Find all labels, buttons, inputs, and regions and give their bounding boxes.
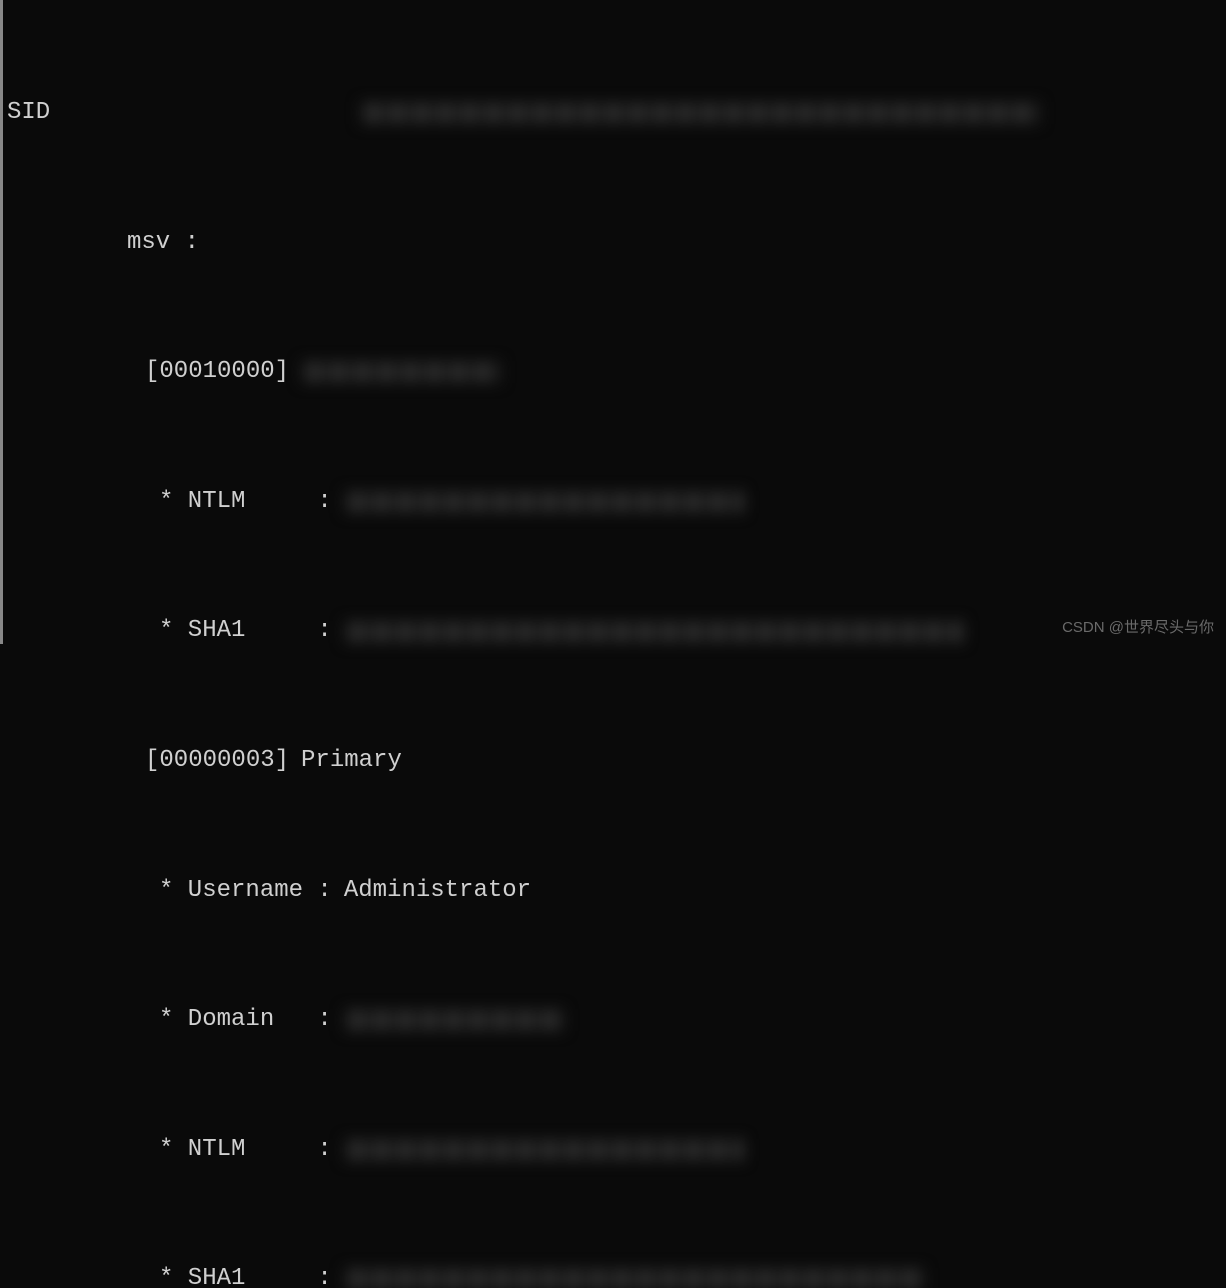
msv-domain-line: * Domain : <box>7 1004 1222 1036</box>
msv-username-line: * Username : Administrator <box>7 875 1222 907</box>
ntlm2-label: * NTLM : <box>159 1134 332 1166</box>
msv-ntlm-line: * NTLM : <box>7 486 1222 518</box>
entry-id: [00010000] <box>145 356 289 388</box>
sid-value-redacted <box>360 102 1040 124</box>
entry2-name: Primary <box>301 745 402 777</box>
msv-entry2: [00000003] Primary <box>7 745 1222 777</box>
sha12-label: * SHA1 : <box>159 1263 332 1288</box>
entry1-name-redacted <box>301 361 501 383</box>
sid-label: SID <box>7 97 50 129</box>
username-value: Administrator <box>344 875 531 907</box>
msv-sha1-line: * SHA1 : <box>7 615 1222 647</box>
terminal-output: SID msv : [00010000] * NTLM : * SHA1 : [… <box>3 0 1226 1288</box>
sha1-label: * SHA1 : <box>159 615 332 647</box>
domain-value-redacted <box>344 1009 564 1031</box>
ntlm-label: * NTLM : <box>159 486 332 518</box>
ntlm-value-redacted <box>344 491 744 513</box>
msv-section: msv : <box>7 227 1222 259</box>
msv-ntlm2-line: * NTLM : <box>7 1134 1222 1166</box>
sha12-value-redacted <box>344 1268 924 1288</box>
msv-label: msv : <box>127 227 199 259</box>
sid-line: SID <box>7 97 1222 129</box>
sha1-value-redacted <box>344 621 964 643</box>
domain-label: * Domain : <box>159 1004 332 1036</box>
msv-entry1: [00010000] <box>7 356 1222 388</box>
watermark: CSDN @世界尽头与你 <box>1062 618 1214 638</box>
msv-sha12-line: * SHA1 : <box>7 1263 1222 1288</box>
entry2-id: [00000003] <box>145 745 289 777</box>
username-label: * Username : <box>159 875 332 907</box>
ntlm2-value-redacted <box>344 1139 744 1161</box>
